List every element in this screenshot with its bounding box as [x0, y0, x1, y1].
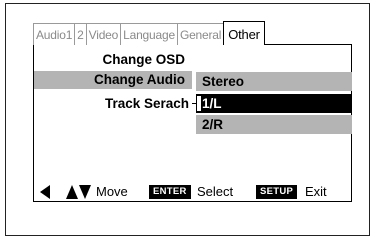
tab-other[interactable]: Other [223, 21, 265, 45]
triangle-down-icon [79, 185, 91, 203]
menu-item-track-search[interactable]: Track Serach [34, 94, 189, 113]
menu-item-change-osd[interactable]: Change OSD [34, 50, 185, 69]
select-label: Select [197, 184, 234, 199]
option-stereo[interactable]: Stereo [196, 72, 352, 91]
triangle-up-icon [66, 185, 78, 203]
footer-hints: Move ENTER Select SETUP Exit [40, 183, 352, 201]
setup-key-badge: SETUP [256, 185, 298, 199]
menu-item-change-audio[interactable]: Change Audio [34, 70, 185, 89]
option-1l[interactable]: 1/L [196, 94, 352, 113]
move-label: Move [96, 184, 128, 199]
enter-key-badge: ENTER [149, 185, 191, 199]
triangle-left-icon [40, 185, 50, 203]
settings-panel: Change OSD Change Audio Track Serach Ste… [33, 44, 352, 202]
tab-language[interactable]: Language [120, 23, 178, 45]
exit-label: Exit [305, 184, 327, 199]
tab-video[interactable]: Video [85, 23, 122, 45]
tab-bar: Audio1 2 Video Language General Other [33, 21, 265, 45]
selection-cursor [197, 96, 201, 111]
option-1l-label: 1/L [202, 96, 222, 111]
tab-audio1[interactable]: Audio1 [33, 23, 76, 45]
option-2r[interactable]: 2/R [196, 115, 352, 134]
tab-general[interactable]: General [176, 23, 225, 45]
